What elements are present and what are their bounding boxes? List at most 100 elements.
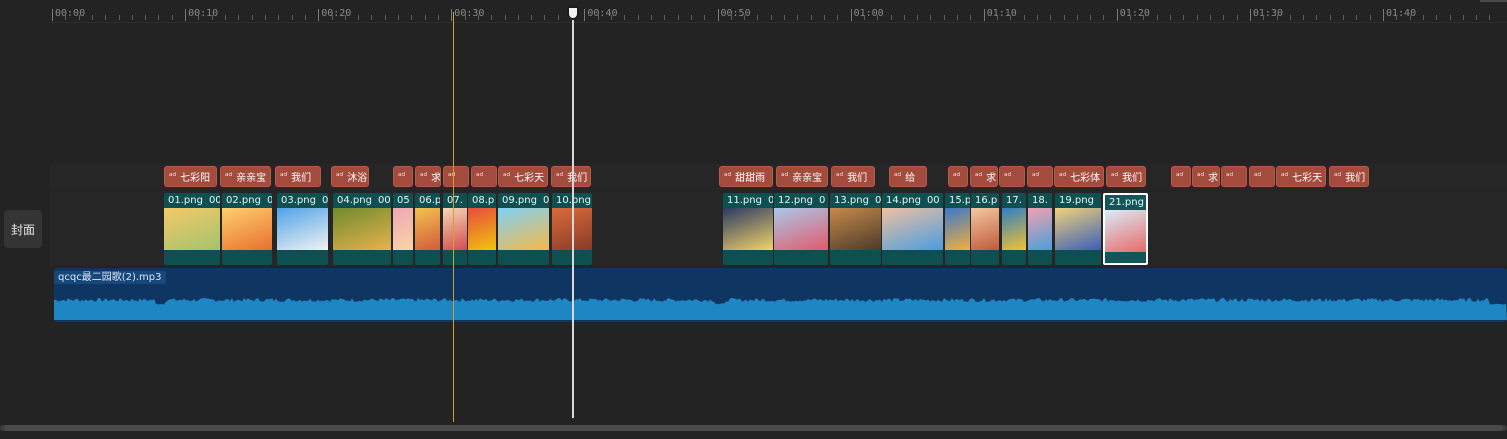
timeline-ruler[interactable]: 00:00 00:10 00:20 00:30 00:40 00:50 01:00 01:10…	[50, 0, 1507, 23]
ruler-time-label: 01:40	[1386, 8, 1417, 19]
ruler-minor-tick	[1422, 15, 1424, 20]
ruler-minor-tick	[171, 15, 173, 20]
sticker-clip[interactable]: ᵃᵈ	[948, 166, 968, 187]
sticker-type-icon: ᵃᵈ	[894, 171, 902, 182]
image-clip[interactable]: 21.png	[1103, 193, 1148, 265]
ruler-minor-tick	[1356, 15, 1358, 20]
ruler-time-label: 00:30	[454, 8, 485, 19]
ruler-minor-tick	[943, 15, 945, 20]
sticker-clip[interactable]: ᵃᵈ	[471, 166, 497, 187]
ruler-minor-tick	[597, 15, 599, 20]
image-clip[interactable]: 01.png 00	[164, 193, 220, 265]
ruler-minor-tick	[398, 15, 400, 20]
sticker-clip[interactable]: ᵃᵈ	[1171, 166, 1191, 187]
sticker-type-icon: ᵃᵈ	[1176, 171, 1184, 182]
image-clip[interactable]: 11.png 0	[723, 193, 773, 265]
sticker-clip[interactable]: ᵃᵈ 我们	[1329, 166, 1369, 187]
image-clip[interactable]: 19.png	[1055, 193, 1101, 265]
ruler-minor-tick	[863, 15, 865, 20]
sticker-label: 我们	[567, 173, 588, 184]
clip-thumbnail	[333, 208, 391, 250]
sticker-clip[interactable]: ᵃᵈ 七彩天	[498, 166, 548, 187]
image-clip[interactable]: 13.png 0	[830, 193, 881, 265]
ruler-minor-tick	[371, 15, 373, 20]
clip-duration: 0	[542, 195, 549, 206]
sticker-label: 求	[986, 173, 997, 184]
sticker-clip[interactable]: ᵃᵈ	[1221, 166, 1247, 187]
audio-clip[interactable]: qcqc最二园歌(2).mp3	[54, 268, 1507, 322]
sticker-clip[interactable]: ᵃᵈ 给	[889, 166, 927, 187]
sticker-clip[interactable]: ᵃᵈ求	[1192, 166, 1220, 187]
sticker-clip[interactable]: ᵃᵈ	[1249, 166, 1275, 187]
ruler-minor-tick	[158, 15, 160, 20]
sticker-clip[interactable]: ᵃᵈ 七彩体	[1054, 166, 1104, 187]
sticker-type-icon: ᵃᵈ	[953, 171, 961, 182]
clip-header: 14.png 00	[882, 193, 943, 208]
ruler-major-tick	[52, 9, 53, 21]
clip-thumbnail	[1028, 208, 1052, 250]
clip-header: 08.p	[468, 193, 496, 208]
image-clip[interactable]: 04.png 00	[333, 193, 391, 265]
clip-filename: 02.png	[226, 195, 261, 206]
ruler-minor-tick	[1303, 15, 1305, 20]
sticker-clip[interactable]: ᵃᵈ 我们	[275, 166, 321, 187]
sticker-type-icon: ᵃᵈ	[1004, 171, 1012, 182]
image-clip[interactable]: 12.png 0	[774, 193, 828, 265]
ruler-minor-tick	[304, 15, 306, 20]
sticker-clip[interactable]: ᵃᵈ 甜甜雨	[719, 166, 773, 187]
clip-duration: 0	[767, 195, 773, 206]
image-clip[interactable]: 05	[393, 193, 413, 265]
ruler-minor-tick	[1050, 15, 1052, 20]
sticker-clip[interactable]: ᵃᵈ 亲亲宝	[776, 166, 828, 187]
ruler-minor-tick	[1476, 15, 1478, 20]
ruler-minor-tick	[970, 15, 972, 20]
image-clip[interactable]: 09.png 0	[498, 193, 549, 265]
image-clip[interactable]: 17.	[1002, 193, 1026, 265]
ruler-minor-tick	[903, 15, 905, 20]
sticker-clip[interactable]: ᵃᵈ	[393, 166, 413, 187]
ruler-minor-tick	[730, 15, 732, 20]
image-clip[interactable]: 06.p	[415, 193, 440, 265]
ruler-minor-tick	[1316, 15, 1318, 20]
playhead-handle-icon[interactable]	[567, 6, 579, 20]
ruler-minor-tick	[424, 15, 426, 20]
sticker-clip[interactable]: ᵃᵈ	[1027, 166, 1053, 187]
clip-filename: 07.	[447, 195, 463, 206]
cover-button[interactable]: 封面	[4, 210, 42, 248]
clip-thumbnail	[393, 208, 413, 250]
sticker-clip[interactable]: ᵃᵈ求	[970, 166, 998, 187]
ruler-time-label: 00:00	[55, 8, 86, 19]
audio-waveform	[54, 297, 1507, 320]
image-clip[interactable]: 14.png 00	[882, 193, 943, 265]
clip-thumbnail	[971, 208, 999, 250]
image-clip[interactable]: 03.png 0	[277, 193, 328, 265]
sticker-clip[interactable]: ᵃᵈ 七彩天	[1276, 166, 1326, 187]
scrollbar-thumb[interactable]	[4, 425, 1503, 431]
image-clip[interactable]: 02.png 0	[222, 193, 272, 265]
sticker-clip[interactable]: ᵃᵈ 七彩阳	[164, 166, 217, 187]
sticker-clip[interactable]: ᵃᵈ 我们	[1106, 166, 1146, 187]
image-clip[interactable]: 07.	[443, 193, 467, 265]
sticker-clip[interactable]: ᵃᵈ	[443, 166, 469, 187]
ruler-minor-tick	[251, 15, 253, 20]
horizontal-scrollbar[interactable]	[0, 425, 1507, 431]
ruler-minor-tick	[1143, 15, 1145, 20]
sticker-type-icon: ᵃᵈ	[1111, 171, 1119, 182]
ruler-minor-tick	[291, 15, 293, 20]
sticker-clip[interactable]: ᵃᵈ 亲亲宝	[220, 166, 271, 187]
sticker-type-icon: ᵃᵈ	[169, 171, 177, 182]
image-clip[interactable]: 18.	[1028, 193, 1052, 265]
ruler-minor-tick	[91, 15, 93, 20]
playhead-line[interactable]	[572, 18, 574, 418]
ruler-minor-tick	[1276, 15, 1278, 20]
image-clip[interactable]: 15.p	[945, 193, 970, 265]
image-clip[interactable]: 08.p	[468, 193, 496, 265]
ruler-minor-tick	[1170, 15, 1172, 20]
sticker-label: 我们	[291, 173, 312, 184]
sticker-clip[interactable]: ᵃᵈ求	[415, 166, 441, 187]
sticker-clip[interactable]: ᵃᵈ 我们	[551, 166, 591, 187]
sticker-clip[interactable]: ᵃᵈ 我们	[831, 166, 875, 187]
sticker-clip[interactable]: ᵃᵈ 沐浴	[331, 166, 369, 187]
image-clip[interactable]: 16.p	[971, 193, 999, 265]
sticker-clip[interactable]: ᵃᵈ	[999, 166, 1025, 187]
